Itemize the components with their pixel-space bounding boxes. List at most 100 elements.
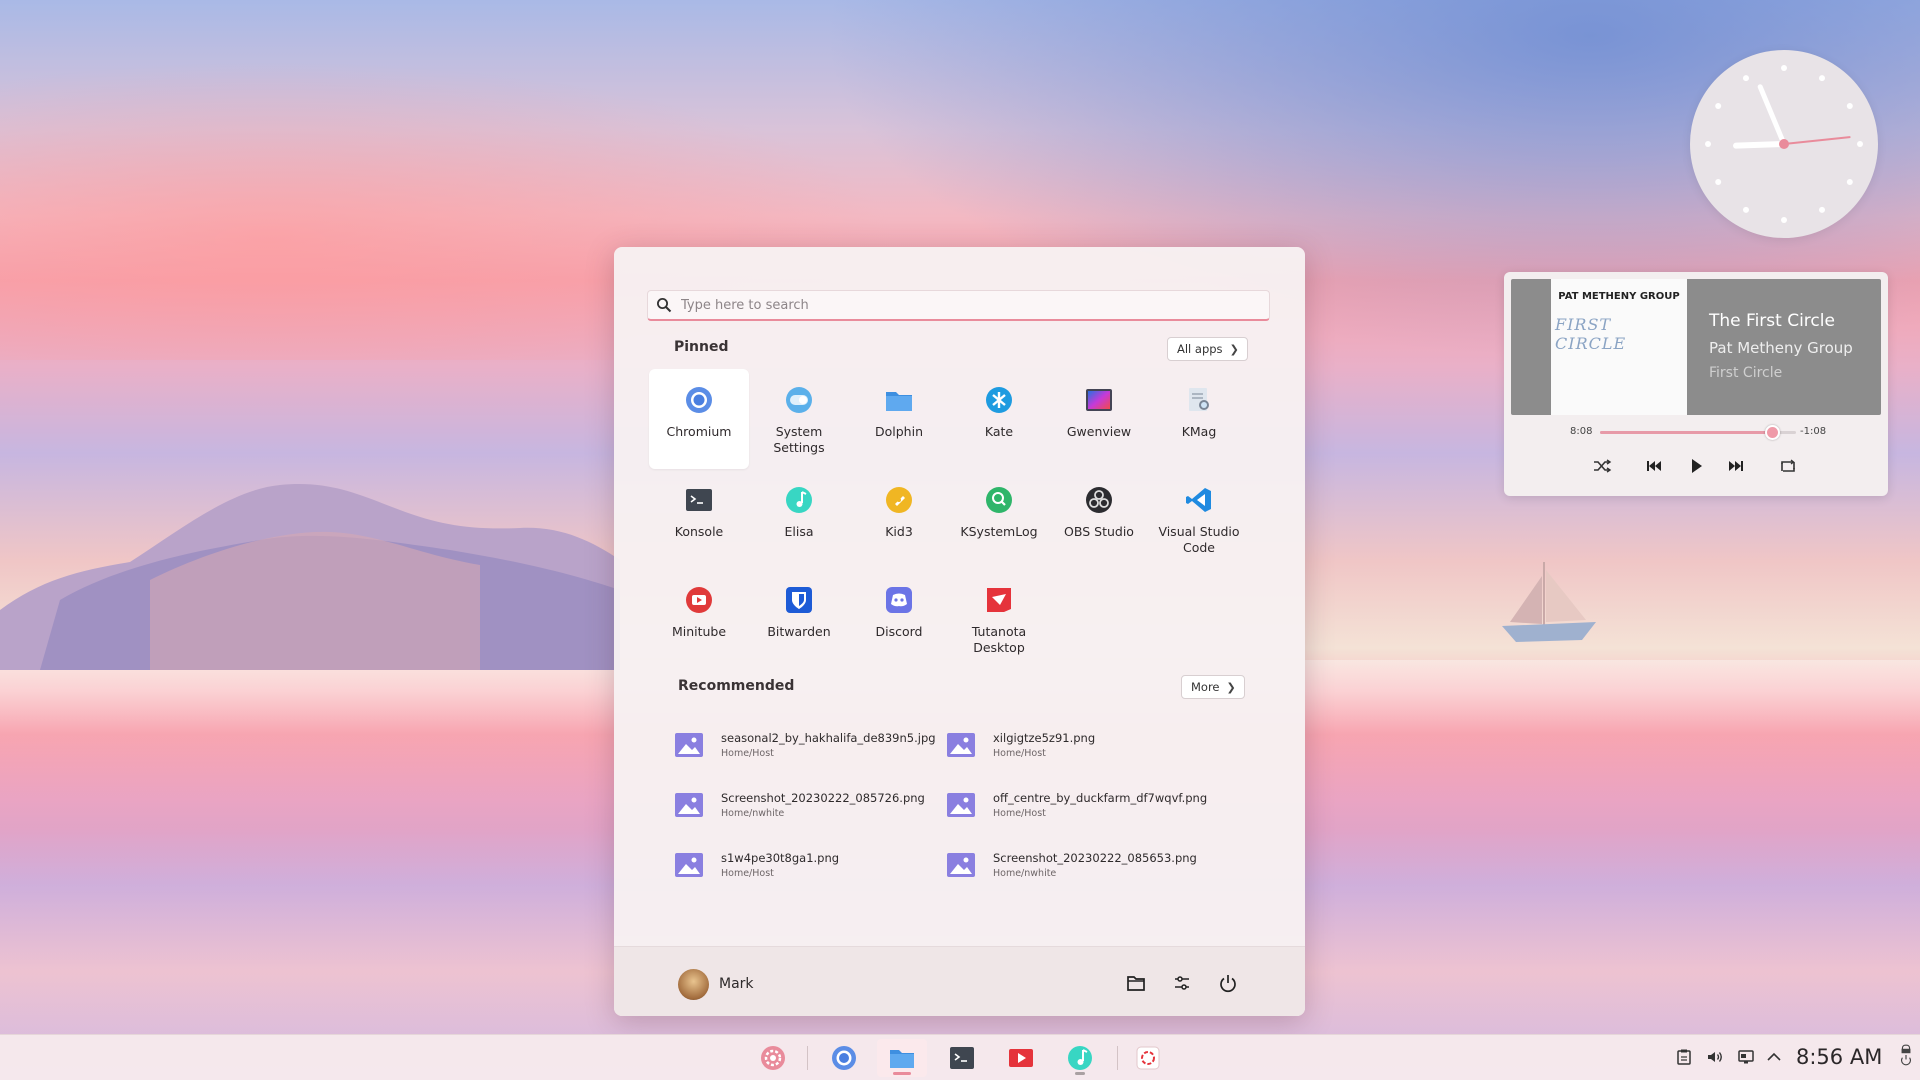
app-discord[interactable]: Discord (849, 569, 949, 669)
vscode-icon (1184, 485, 1214, 515)
chevron-right-icon: ❯ (1229, 342, 1239, 356)
search-box[interactable] (647, 290, 1270, 321)
settings-toggle-icon (784, 385, 814, 415)
file-manager-button[interactable] (1120, 967, 1152, 999)
clock-hour-marker (1715, 103, 1722, 109)
sliders-icon (1175, 976, 1189, 990)
avatar[interactable] (678, 969, 709, 1000)
tray-volume[interactable] (1705, 1047, 1725, 1067)
clock-hour-marker (1846, 179, 1853, 185)
app-konsole[interactable]: Konsole (649, 469, 749, 569)
seek-slider[interactable] (1600, 425, 1796, 440)
app-dolphin[interactable]: Dolphin (849, 369, 949, 469)
app-tutanota-desktop[interactable]: Tutanota Desktop (949, 569, 1049, 669)
app-ksystemlog[interactable]: KSystemLog (949, 469, 1049, 569)
repeat-icon (1781, 459, 1795, 472)
taskbar-chromium[interactable] (819, 1039, 869, 1077)
search-icon (657, 298, 672, 313)
shuffle-button[interactable] (1588, 452, 1616, 480)
recommended-heading: Recommended (678, 678, 795, 694)
app-label: System Settings (773, 424, 825, 455)
play-button[interactable] (1682, 452, 1710, 480)
tray-lock[interactable] (1896, 1044, 1916, 1066)
more-label: More (1191, 680, 1220, 694)
repeat-button[interactable] (1774, 452, 1802, 480)
terminal-icon (684, 485, 714, 515)
app-visual-studio-code[interactable]: Visual Studio Code (1149, 469, 1249, 569)
active-indicator (893, 1072, 911, 1075)
tray-network[interactable] (1736, 1047, 1756, 1067)
wallpaper-mountain (0, 484, 620, 670)
taskbar-konsole[interactable] (937, 1039, 987, 1077)
image-file-icon (675, 733, 703, 757)
taskbar-elisa[interactable] (1055, 1039, 1105, 1077)
media-player-widget: PAT METHENY GROUP FIRST CIRCLE The First… (1504, 272, 1888, 496)
app-gwenview[interactable]: Gwenview (1049, 369, 1149, 469)
chromium-icon (684, 385, 714, 415)
clock-hour-marker (1819, 206, 1825, 213)
app-label: Minitube (671, 624, 727, 639)
clock-hour-hand (1733, 141, 1787, 149)
app-chromium[interactable]: Chromium (649, 369, 749, 469)
taskbar-clock[interactable]: 8:56 AM (1796, 1045, 1882, 1069)
taskbar-minitube[interactable] (996, 1039, 1046, 1077)
time-elapsed: 8:08 (1570, 426, 1593, 437)
tray-expand[interactable] (1764, 1047, 1784, 1067)
kate-icon (984, 385, 1014, 415)
bitwarden-icon (784, 585, 814, 615)
taskbar-settings[interactable] (748, 1039, 798, 1077)
network-wired-icon (1738, 1050, 1754, 1064)
app-obs-studio[interactable]: OBS Studio (1049, 469, 1149, 569)
user-name[interactable]: Mark (719, 976, 754, 992)
image-file-icon (675, 853, 703, 877)
clipboard-icon (1677, 1049, 1691, 1065)
app-kid3[interactable]: Kid3 (849, 469, 949, 569)
recommended-item[interactable]: seasonal2_by_hakhalifa_de839n5.jpg Home/H… (674, 715, 946, 775)
tutanota-icon (984, 585, 1014, 615)
elisa-icon (1068, 1046, 1092, 1070)
app-elisa[interactable]: Elisa (749, 469, 849, 569)
app-label: Visual Studio Code (1158, 524, 1240, 555)
clock-second-hand (1783, 136, 1851, 145)
next-button[interactable] (1722, 452, 1750, 480)
volume-icon (1708, 1052, 1722, 1062)
app-system-settings[interactable]: System Settings (749, 369, 849, 469)
seek-slider-handle[interactable] (1765, 425, 1781, 440)
power-button[interactable] (1212, 967, 1244, 999)
minitube-icon (684, 585, 714, 615)
clock-hour-marker (1819, 75, 1825, 82)
recommended-file-path: Home/Host (721, 868, 774, 879)
skip-next-icon (1729, 461, 1743, 471)
tray-clipboard[interactable] (1674, 1047, 1694, 1067)
search-input[interactable] (681, 297, 1241, 313)
recommended-item[interactable]: Screenshot_20230222_085653.png Home/nwhit… (946, 835, 1218, 895)
taskbar-dolphin[interactable] (877, 1039, 927, 1077)
recommended-item[interactable]: off_centre_by_duckfarm_df7wqvf.png Home/H… (946, 775, 1218, 835)
konsole-icon (950, 1047, 974, 1069)
clock-hour-marker (1743, 206, 1749, 213)
app-kmag[interactable]: KMag (1149, 369, 1249, 469)
all-apps-button[interactable]: All apps ❯ (1167, 337, 1248, 361)
clock-center-pin (1779, 139, 1789, 149)
minitube-icon (1009, 1049, 1033, 1067)
lock-power-icon (1900, 1044, 1912, 1066)
previous-button[interactable] (1640, 452, 1668, 480)
app-label: Bitwarden (767, 624, 831, 639)
recommended-item[interactable]: xilgigtze5z91.png Home/Host (946, 715, 1218, 775)
recommended-file-name: s1w4pe30t8ga1.png (721, 851, 840, 865)
app-kate[interactable]: Kate (949, 369, 1049, 469)
settings-button[interactable] (1166, 967, 1198, 999)
clock-minute-hand (1757, 84, 1787, 147)
kmag-icon (1184, 385, 1214, 415)
app-minitube[interactable]: Minitube (649, 569, 749, 669)
more-button[interactable]: More ❯ (1181, 675, 1245, 699)
app-label: Tutanota Desktop (971, 624, 1027, 655)
recommended-item[interactable]: s1w4pe30t8ga1.png Home/Host (674, 835, 946, 895)
taskbar-tutanota[interactable] (1123, 1039, 1173, 1077)
recommended-item[interactable]: Screenshot_20230222_085726.png Home/nwhit… (674, 775, 946, 835)
all-apps-label: All apps (1177, 342, 1223, 356)
chevron-right-icon: ❯ (1226, 680, 1236, 694)
time-remaining: -1:08 (1800, 426, 1827, 437)
image-file-icon (947, 793, 975, 817)
app-bitwarden[interactable]: Bitwarden (749, 569, 849, 669)
